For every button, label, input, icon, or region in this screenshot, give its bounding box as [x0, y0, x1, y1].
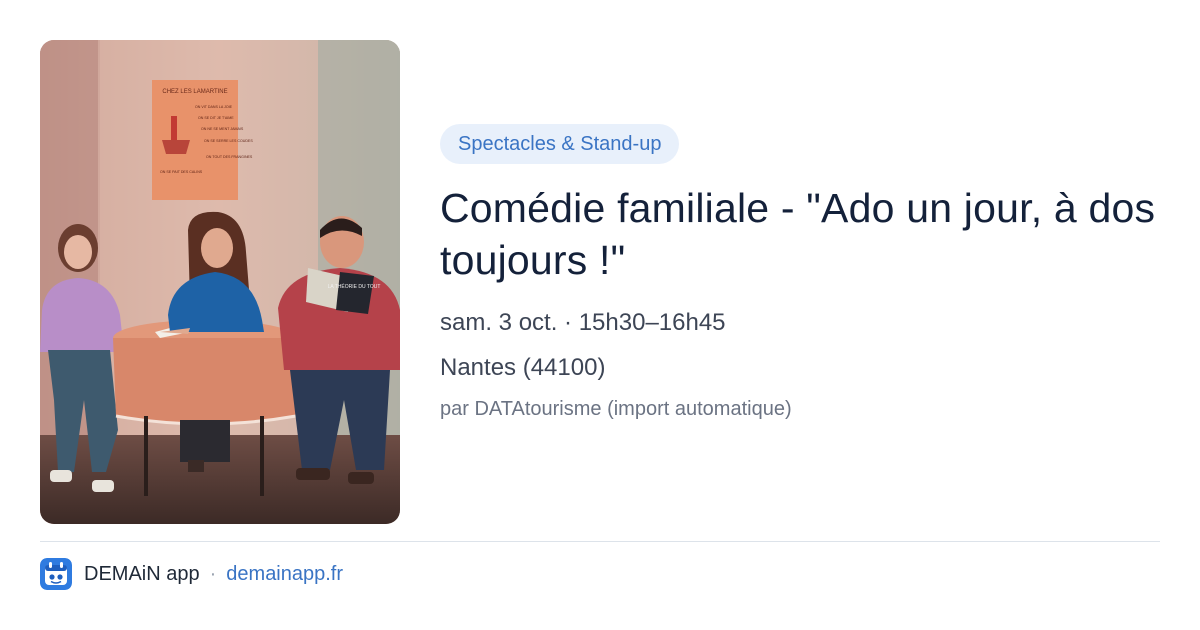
theatre-scene-photo: CHEZ LES LAMARTINE ON VIT DANS LA JOIE O… — [40, 40, 400, 524]
app-domain-link[interactable]: demainapp.fr — [226, 563, 343, 586]
event-source: par DATAtourisme (import automatique) — [440, 398, 792, 420]
category-badge[interactable]: Spectacles & Stand-up — [440, 124, 680, 164]
svg-text:ON SE DIT JE T'AIME: ON SE DIT JE T'AIME — [198, 116, 234, 120]
app-name: DEMAiN app — [84, 562, 200, 585]
event-photo[interactable]: CHEZ LES LAMARTINE ON VIT DANS LA JOIE O… — [40, 40, 400, 524]
svg-text:ON VIT DANS LA JOIE: ON VIT DANS LA JOIE — [195, 105, 233, 109]
svg-text:ON SE SERRE LES COUDES: ON SE SERRE LES COUDES — [204, 139, 253, 143]
footer-separator: · — [209, 562, 217, 585]
svg-text:ON NE SE MENT JAMAIS: ON NE SE MENT JAMAIS — [201, 127, 244, 131]
svg-text:CHEZ LES LAMARTINE: CHEZ LES LAMARTINE — [162, 89, 227, 95]
svg-text:LA THÉORIE DU TOUT: LA THÉORIE DU TOUT — [328, 283, 381, 290]
footer: DEMAiN app · demainapp.fr — [40, 558, 343, 590]
event-location: Nantes (44100) — [440, 354, 606, 381]
footer-divider — [40, 541, 1160, 542]
demain-app-icon[interactable] — [40, 558, 72, 590]
svg-text:ON SE PAIT DES CALINS: ON SE PAIT DES CALINS — [160, 170, 203, 174]
event-date: sam. 3 oct. · 15h30–16h45 — [440, 309, 726, 336]
event-info: Spectacles & Stand-up Comédie familiale … — [440, 124, 1160, 423]
svg-text:ON TOUT DES FRANGINES: ON TOUT DES FRANGINES — [206, 155, 253, 159]
event-title[interactable]: Comédie familiale - "Ado un jour, à dos … — [440, 182, 1160, 286]
